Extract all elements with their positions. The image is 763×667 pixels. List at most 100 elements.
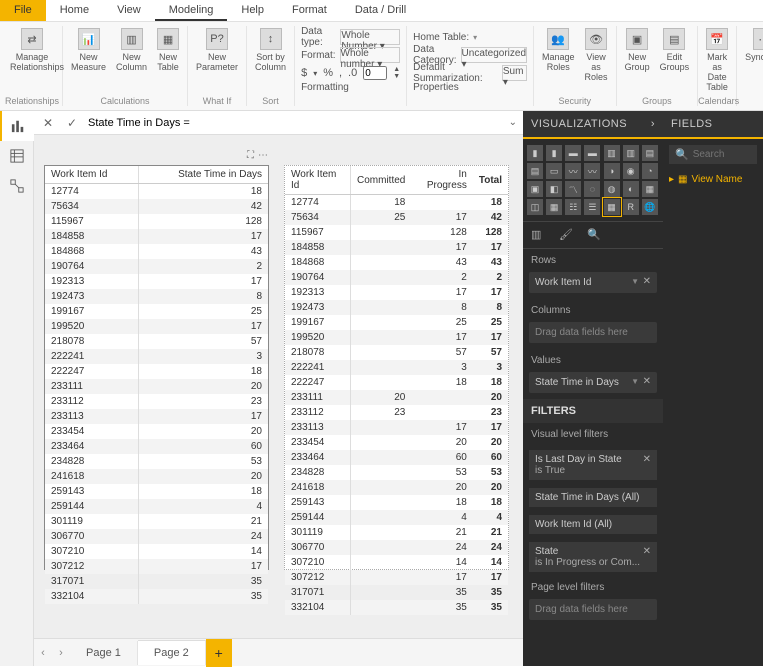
data-view-icon[interactable]: [0, 141, 34, 171]
viz-type-icon[interactable]: ◧: [546, 181, 562, 197]
filter-state-remove-icon[interactable]: ✕: [643, 546, 651, 557]
filter-statetime[interactable]: State Time in Days (All): [529, 488, 657, 507]
edit-groups-button[interactable]: ▤Edit Groups: [656, 26, 694, 74]
decimals-down[interactable]: ▼: [393, 73, 400, 80]
table-row[interactable]: 30677024: [45, 529, 268, 544]
formula-input[interactable]: [88, 117, 501, 129]
table-row[interactable]: 3072101414: [285, 555, 508, 570]
columns-well[interactable]: Drag data fields here: [529, 322, 657, 343]
tab-home[interactable]: Home: [46, 0, 103, 21]
table-row[interactable]: 1995201717: [285, 330, 508, 345]
viz-type-icon[interactable]: R: [623, 199, 639, 215]
report-canvas[interactable]: ⛶⋯ Work Item IdState Time in Days1277418…: [34, 135, 523, 638]
viz-type-icon[interactable]: ▦: [604, 199, 620, 215]
values-remove-icon[interactable]: ✕: [643, 376, 651, 387]
viz-type-icon[interactable]: ▬: [584, 145, 600, 161]
column-header[interactable]: Committed: [351, 166, 412, 195]
page-prev-icon[interactable]: ‹: [34, 647, 52, 659]
table-row[interactable]: 3321043535: [285, 600, 508, 615]
fields-search-input[interactable]: [693, 149, 753, 160]
table-row[interactable]: 30721217: [45, 559, 268, 574]
page-filters-well[interactable]: Drag data fields here: [529, 599, 657, 620]
table-row[interactable]: 33210435: [45, 589, 268, 604]
table-row[interactable]: 19231317: [45, 274, 268, 289]
viz-type-icon[interactable]: 🌐: [642, 199, 658, 215]
fields-table-node[interactable]: ▸▦View Name: [669, 174, 757, 185]
visual-menu-icon[interactable]: ⋯: [258, 150, 268, 161]
table-row[interactable]: 30721014: [45, 544, 268, 559]
table-row[interactable]: 18485817: [45, 229, 268, 244]
formula-commit-icon[interactable]: ✓: [64, 116, 80, 130]
table-row[interactable]: 1991672525: [285, 315, 508, 330]
report-view-icon[interactable]: [0, 111, 34, 141]
table-row[interactable]: 2591444: [45, 499, 268, 514]
analytics-tab-icon[interactable]: 🔍: [587, 228, 603, 242]
manage-roles-button[interactable]: 👥Manage Roles: [538, 26, 579, 84]
table-row[interactable]: 25914318: [45, 484, 268, 499]
formula-expand-icon[interactable]: ⌄: [509, 117, 517, 128]
table-row[interactable]: 3072121717: [285, 570, 508, 585]
viz-type-icon[interactable]: ☰: [584, 199, 600, 215]
new-group-button[interactable]: ▣New Group: [621, 26, 654, 74]
view-as-roles-button[interactable]: 👁View as Roles: [581, 26, 612, 84]
viz-type-icon[interactable]: 〽: [565, 181, 581, 197]
viz-type-icon[interactable]: ▮: [527, 145, 543, 161]
summ-dropdown[interactable]: Sum ▾: [502, 65, 527, 81]
table-row[interactable]: 7563442: [45, 199, 268, 214]
column-header[interactable]: Work Item Id: [285, 166, 351, 195]
table-row[interactable]: 2331131717: [285, 420, 508, 435]
viz-type-icon[interactable]: ▤: [527, 163, 543, 179]
table-row[interactable]: 2334646060: [285, 450, 508, 465]
table-row[interactable]: 2416182020: [285, 480, 508, 495]
table-row[interactable]: 127741818: [285, 195, 508, 211]
table-row[interactable]: 3067702424: [285, 540, 508, 555]
tab-datadrill[interactable]: Data / Drill: [341, 0, 420, 21]
viz-type-icon[interactable]: 〰: [565, 163, 581, 179]
formula-cancel-icon[interactable]: ✕: [40, 116, 56, 130]
table-row[interactable]: 2222413: [45, 349, 268, 364]
viz-type-icon[interactable]: ▬: [565, 145, 581, 161]
table-row[interactable]: 2591431818: [285, 495, 508, 510]
table-row[interactable]: 25914444: [285, 510, 508, 525]
table-row[interactable]: 2222471818: [285, 375, 508, 390]
viz-type-icon[interactable]: ▦: [546, 199, 562, 215]
viz-type-icon[interactable]: ▣: [527, 181, 543, 197]
table-row[interactable]: 2180785757: [285, 345, 508, 360]
tab-help[interactable]: Help: [227, 0, 278, 21]
table-row[interactable]: 115967128: [45, 214, 268, 229]
sort-by-column-button[interactable]: ↕Sort by Column: [251, 26, 290, 74]
table-row[interactable]: 19076422: [285, 270, 508, 285]
rows-remove-icon[interactable]: ✕: [643, 276, 651, 287]
table-row[interactable]: 19916725: [45, 304, 268, 319]
filter-workitem[interactable]: Work Item Id (All): [529, 515, 657, 534]
table-row[interactable]: 30111921: [45, 514, 268, 529]
table-row[interactable]: 1907642: [45, 259, 268, 274]
viz-type-icon[interactable]: ▥: [604, 145, 620, 161]
table-visual-1[interactable]: ⛶⋯ Work Item IdState Time in Days1277418…: [44, 165, 269, 570]
viz-type-icon[interactable]: ◫: [527, 199, 543, 215]
format-tab-icon[interactable]: 🖌: [559, 228, 575, 242]
vis-pane-collapse-icon[interactable]: ›: [651, 118, 655, 130]
table-row[interactable]: 2331122323: [285, 405, 508, 420]
table-row[interactable]: 23346460: [45, 439, 268, 454]
table-row[interactable]: 18486843: [45, 244, 268, 259]
viz-type-icon[interactable]: ▭: [546, 163, 562, 179]
values-well[interactable]: State Time in Days▼✕: [529, 372, 657, 393]
manage-relationships-button[interactable]: ⇄Manage Relationships: [6, 26, 58, 74]
hometable-dropdown[interactable]: ▾: [473, 33, 477, 42]
table-row[interactable]: 19247388: [285, 300, 508, 315]
datacat-dropdown[interactable]: Uncategorized ▾: [461, 47, 527, 63]
format-dropdown[interactable]: Whole number ▾: [340, 47, 401, 63]
viz-type-icon[interactable]: ◉: [623, 163, 639, 179]
table-row[interactable]: 23311317: [45, 409, 268, 424]
table-row[interactable]: 2331112020: [285, 390, 508, 405]
table-row[interactable]: 1848581717: [285, 240, 508, 255]
table-row[interactable]: 115967128128: [285, 225, 508, 240]
fields-search[interactable]: 🔍: [669, 145, 757, 164]
page-tab-2[interactable]: Page 2: [138, 640, 206, 665]
viz-type-icon[interactable]: ☷: [565, 199, 581, 215]
table-row[interactable]: 22224718: [45, 364, 268, 379]
page-tab-1[interactable]: Page 1: [70, 641, 138, 665]
decimals-up[interactable]: ▲: [393, 66, 400, 73]
page-next-icon[interactable]: ›: [52, 647, 70, 659]
